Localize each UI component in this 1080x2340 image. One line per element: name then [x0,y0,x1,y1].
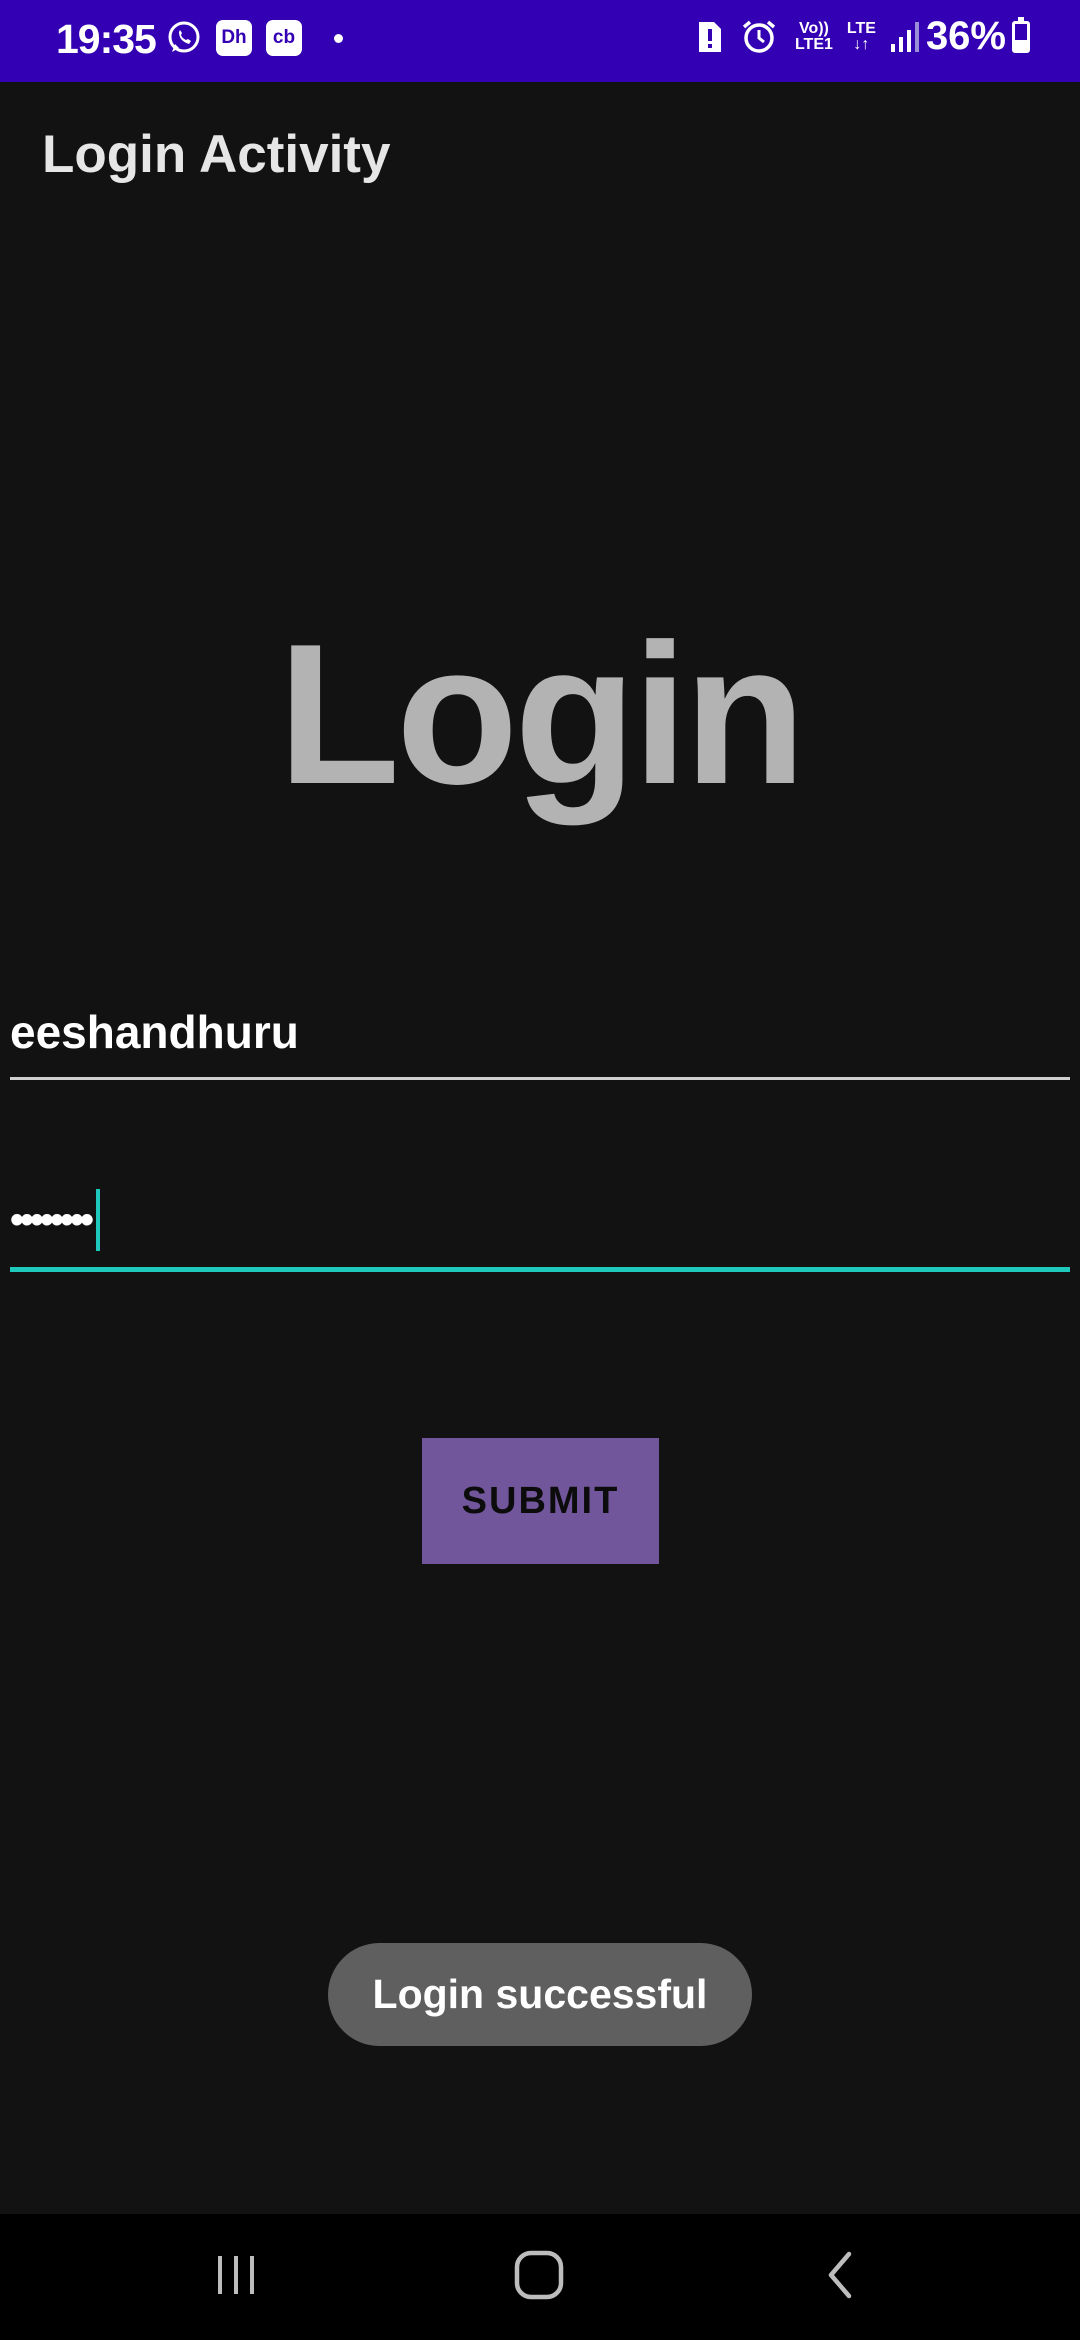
username-field[interactable]: eeshandhuru [10,1005,1070,1080]
battery-percent: 36% [925,14,1006,58]
home-icon [512,2248,566,2307]
lte-indicator: LTE ↓↑ [846,19,876,53]
password-field[interactable]: •••••••• [10,1185,1070,1272]
password-mask[interactable]: •••••••• [10,1198,94,1243]
back-icon [821,2250,861,2305]
notification-dot [334,33,343,43]
cb-icon: cb [266,20,302,56]
notification-icons: Dh cb [166,20,343,56]
login-heading: Login [277,603,806,826]
volte-bottom-label: LTE1 [794,35,833,53]
password-underline [10,1267,1070,1272]
username-underline [10,1077,1070,1080]
recents-icon [212,2252,262,2303]
system-icons: Vo)) LTE1 LTE ↓↑ 36% [697,14,1030,59]
status-bar: 19:35 Dh cb Vo)) LTE1 LTE ↓↑ 36% [0,0,1080,82]
volte-top-label: Vo)) [798,19,829,37]
back-button[interactable] [761,2214,921,2340]
battery-icon [1012,16,1030,53]
page-title: Login Activity [42,125,391,184]
volte-indicator: Vo)) LTE1 [794,19,833,53]
dh-icon: Dh [216,20,252,56]
text-cursor [96,1189,101,1251]
alarm-icon [741,19,777,55]
whatsapp-icon [166,20,202,56]
lte-label: LTE [846,19,876,37]
status-time: 19:35 [56,16,157,62]
toast-message: Login successful [328,1943,752,2046]
sim-alert-icon [697,20,723,54]
home-button[interactable] [459,2214,619,2340]
navigation-bar [0,2214,1080,2340]
signal-icon [890,20,920,54]
data-arrows-icon: ↓↑ [853,35,870,53]
username-value[interactable]: eeshandhuru [10,1005,1070,1059]
battery-fill [1015,40,1027,50]
recents-button[interactable] [157,2214,317,2340]
submit-button[interactable]: SUBMIT [422,1438,659,1564]
